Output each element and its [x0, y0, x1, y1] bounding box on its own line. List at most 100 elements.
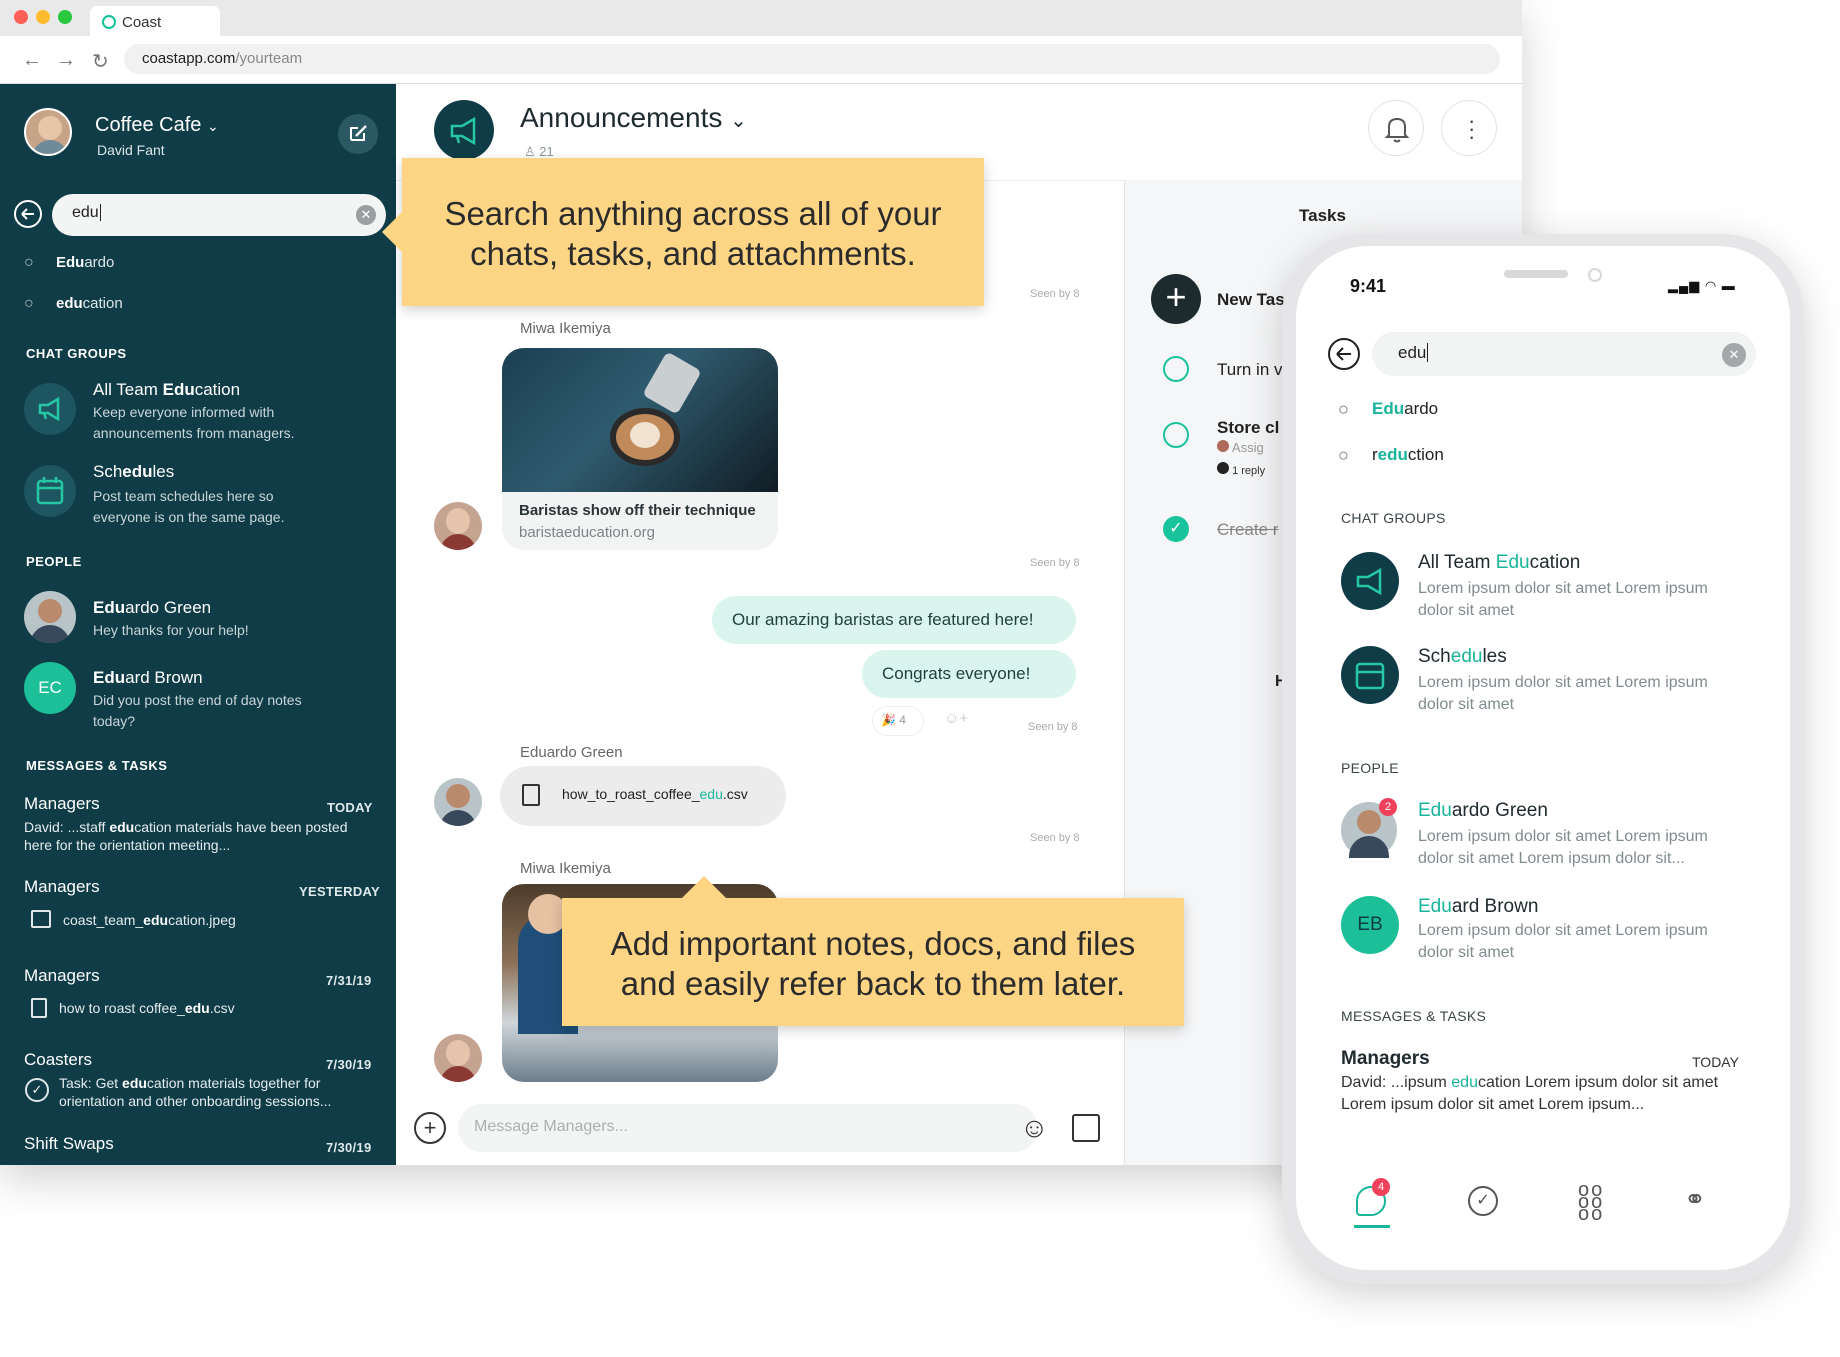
signal-wifi-battery-icon: ▂▄▆ ◠ ▬ [1668, 278, 1736, 293]
chat-group-title[interactable]: All Team Education [93, 380, 240, 400]
message-title[interactable]: Coasters [24, 1050, 92, 1070]
user-avatar[interactable] [24, 108, 72, 156]
eduardo-green-avatar[interactable] [24, 591, 76, 643]
tasks-tab-icon[interactable]: ✓ [1468, 1186, 1498, 1216]
channel-avatar [434, 100, 494, 160]
chevron-down-icon: ⌄ [206, 118, 219, 134]
phone-message-snippet: David: ...ipsum education Lorem ipsum do… [1341, 1074, 1719, 1113]
search-input[interactable]: edu ✕ [52, 194, 386, 236]
callout-pointer [382, 210, 404, 254]
add-attachment-button[interactable]: + [414, 1112, 446, 1144]
phone-search-input[interactable]: edu ✕ [1372, 332, 1756, 376]
phone-person-name[interactable]: Eduard Brown [1418, 896, 1538, 918]
person-name[interactable]: Eduardo Green [93, 598, 211, 618]
search-icon: ○ [24, 254, 34, 271]
close-window-button[interactable] [14, 10, 28, 24]
address-row: ← → ↻ coastapp.com/yourteam [0, 36, 1522, 84]
url-bar[interactable]: coastapp.com/yourteam [124, 44, 1500, 74]
notes-callout: Add important notes, docs, and files and… [562, 898, 1184, 1026]
message-date: 7/31/19 [326, 973, 372, 988]
miwa-avatar[interactable] [434, 502, 482, 550]
back-arrow-icon [21, 208, 34, 220]
announcements-group-avatar[interactable] [24, 383, 76, 435]
minimize-window-button[interactable] [36, 10, 50, 24]
miwa-avatar[interactable] [434, 1034, 482, 1082]
phone-person-name[interactable]: Eduardo Green [1418, 800, 1548, 822]
task-title[interactable]: Store cl [1217, 418, 1279, 438]
chevron-down-icon: ⌄ [730, 110, 747, 132]
more-options-button[interactable]: · · · [1441, 100, 1497, 156]
message-bubble[interactable]: Congrats everyone! [862, 650, 1076, 698]
clear-search-icon[interactable]: ✕ [356, 205, 376, 225]
search-icon: ○ [1338, 399, 1349, 419]
message-bubble[interactable]: Our amazing baristas are featured here! [712, 596, 1076, 644]
message-title[interactable]: Shift Swaps [24, 1134, 114, 1154]
seen-receipt: Seen by 8 [1030, 288, 1080, 300]
search-callout: Search anything across all of your chats… [402, 158, 984, 306]
task-checkbox[interactable] [1163, 422, 1189, 448]
seen-receipt: Seen by 8 [1030, 832, 1080, 844]
reload-icon[interactable]: ↻ [92, 49, 109, 74]
browser-tab[interactable]: Coast [90, 6, 220, 36]
reaction-chip[interactable]: 🎉 4 [872, 706, 924, 736]
link-preview-card[interactable]: Baristas show off their technique barist… [502, 348, 778, 550]
chat-groups-heading: CHAT GROUPS [26, 346, 127, 361]
phone-group-title[interactable]: Schedules [1418, 646, 1507, 668]
seen-receipt: Seen by 8 [1030, 557, 1080, 569]
search-back-button[interactable] [14, 200, 42, 228]
message-title[interactable]: Managers [24, 794, 100, 814]
tab-title: Coast [122, 14, 162, 31]
task-title[interactable]: Create r [1217, 520, 1278, 540]
add-reaction-icon[interactable]: ☺+ [944, 710, 968, 727]
message-title[interactable]: Managers [24, 966, 100, 986]
message-title[interactable]: Managers [24, 877, 100, 897]
schedules-group-avatar[interactable] [24, 465, 76, 517]
active-tab-indicator [1354, 1225, 1390, 1228]
schedules-group-avatar[interactable] [1341, 646, 1399, 704]
back-arrow-icon[interactable]: ← [22, 49, 42, 72]
message-input[interactable]: Message Managers... [458, 1104, 1038, 1152]
message-date: YESTERDAY [299, 884, 380, 899]
people-heading: PEOPLE [26, 554, 82, 569]
emoji-button[interactable]: ☺ [1020, 1112, 1049, 1144]
image-sketch-button[interactable] [1072, 1114, 1100, 1142]
new-task-button[interactable]: + [1151, 274, 1201, 324]
announcements-group-avatar[interactable] [1341, 552, 1399, 610]
eduard-brown-avatar[interactable]: EC [24, 662, 76, 714]
search-suggestion[interactable]: ○ Eduardo [24, 254, 114, 272]
phone-time: 9:41 [1350, 276, 1387, 296]
notifications-button[interactable] [1368, 100, 1424, 156]
compose-button[interactable] [338, 114, 378, 154]
megaphone-icon [450, 116, 476, 146]
message-date: 7/30/19 [326, 1140, 372, 1155]
maximize-window-button[interactable] [58, 10, 72, 24]
channel-title[interactable]: Announcements ⌄ [520, 102, 747, 134]
task-reply[interactable]: 1 reply [1217, 462, 1265, 477]
clear-search-icon[interactable]: ✕ [1722, 343, 1746, 367]
file-attachment[interactable]: how_to_roast_coffee_edu.csv [500, 766, 786, 826]
eduard-brown-avatar[interactable]: EB [1341, 896, 1399, 954]
eduardo-avatar[interactable] [434, 778, 482, 826]
task-checkbox[interactable] [1163, 356, 1189, 382]
eduardo-green-avatar[interactable]: 2 [1341, 798, 1397, 858]
new-task-label[interactable]: New Tas [1217, 290, 1285, 310]
phone-back-button[interactable] [1328, 338, 1360, 370]
phone-suggestion[interactable]: ○ Eduardo [1338, 399, 1438, 420]
task-done-checkbox[interactable]: ✓ [1163, 516, 1189, 542]
phone-suggestion[interactable]: ○ reduction [1338, 445, 1444, 466]
unread-badge: 2 [1379, 798, 1397, 816]
person-name[interactable]: Eduard Brown [93, 668, 203, 688]
chat-group-title[interactable]: Schedules [93, 462, 174, 482]
forward-arrow-icon[interactable]: → [56, 49, 76, 72]
task-title[interactable]: Turn in v [1217, 360, 1283, 380]
search-suggestion[interactable]: ○ education [24, 295, 123, 313]
phone-group-title[interactable]: All Team Education [1418, 552, 1580, 574]
sender-name: Miwa Ikemiya [520, 320, 611, 337]
link-tab-icon[interactable]: ⚭ [1684, 1184, 1706, 1215]
team-name[interactable]: Coffee Cafe ⌄ [95, 114, 219, 137]
message-date: TODAY [327, 800, 373, 815]
team-tab-icon[interactable]: oo oo oo [1578, 1180, 1604, 1224]
phone-message-title[interactable]: Managers [1341, 1048, 1430, 1070]
callout-pointer [682, 876, 726, 898]
chats-tab-icon[interactable]: 4 [1356, 1178, 1390, 1216]
